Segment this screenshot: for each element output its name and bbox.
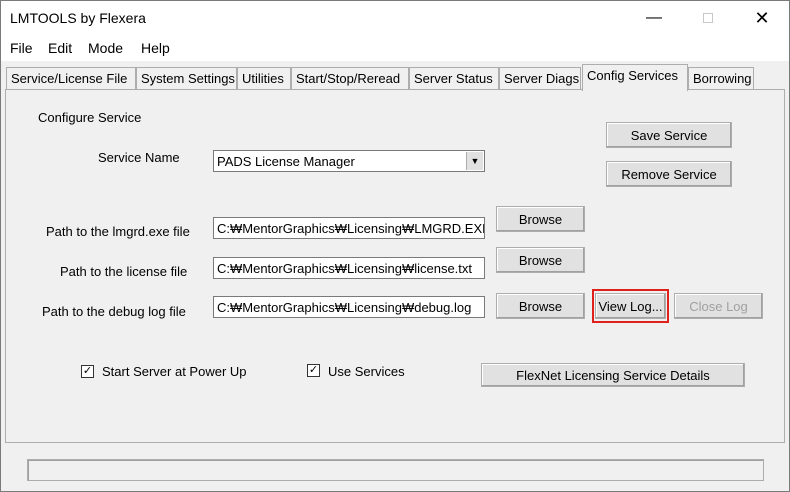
maximize-icon [703, 13, 713, 23]
remove-service-button[interactable]: Remove Service [606, 161, 732, 187]
start-at-powerup-checkbox[interactable]: ✓ [81, 365, 94, 378]
license-path-label: Path to the license file [60, 264, 188, 279]
start-at-powerup-label: Start Server at Power Up [102, 364, 247, 379]
configure-service-label: Configure Service [38, 110, 142, 125]
tab-config-services[interactable]: Config Services [582, 64, 688, 91]
lmgrd-path-label: Path to the lmgrd.exe file [46, 224, 190, 239]
save-service-button[interactable]: Save Service [606, 122, 732, 148]
use-services-label: Use Services [328, 364, 405, 379]
tab-borrowing[interactable]: Borrowing [688, 67, 754, 89]
debug-log-path-label: Path to the debug log file [42, 304, 186, 319]
menu-help[interactable]: Help [141, 40, 170, 56]
tab-server-diags[interactable]: Server Diags [499, 67, 581, 89]
close-button[interactable]: ✕ [739, 1, 785, 35]
browse-lmgrd-button[interactable]: Browse [496, 206, 585, 232]
use-services-checkbox[interactable]: ✓ [307, 364, 320, 377]
service-name-value: PADS License Manager [217, 154, 355, 169]
tab-strip: Service/License File System Settings Uti… [5, 64, 785, 91]
config-services-panel: Configure Service Save Service Remove Se… [5, 89, 785, 443]
service-name-label: Service Name [98, 150, 180, 165]
view-log-highlight [592, 289, 669, 323]
menu-bar: File Edit Mode Help [1, 35, 789, 61]
service-name-combobox[interactable]: PADS License Manager ▼ [213, 150, 485, 172]
flexnet-details-button[interactable]: FlexNet Licensing Service Details [481, 363, 745, 387]
window-title: LMTOOLS by Flexera [10, 10, 146, 26]
close-icon: ✕ [754, 7, 770, 28]
tab-utilities[interactable]: Utilities [237, 67, 291, 89]
dropdown-arrow-icon[interactable]: ▼ [466, 152, 483, 170]
close-log-button: Close Log [674, 293, 763, 319]
tab-system-settings[interactable]: System Settings [136, 67, 237, 89]
menu-mode[interactable]: Mode [88, 40, 123, 56]
browse-license-button[interactable]: Browse [496, 247, 585, 273]
maximize-button [685, 1, 731, 35]
lmgrd-path-input[interactable]: C:₩MentorGraphics₩Licensing₩LMGRD.EXE [213, 217, 485, 239]
tab-server-status[interactable]: Server Status [409, 67, 499, 89]
minimize-icon: — [646, 9, 662, 26]
minimize-button[interactable]: — [631, 1, 677, 35]
tab-start-stop-reread[interactable]: Start/Stop/Reread [291, 67, 409, 89]
title-bar: LMTOOLS by Flexera — ✕ [1, 1, 789, 35]
license-path-input[interactable]: C:₩MentorGraphics₩Licensing₩license.txt [213, 257, 485, 279]
lmtools-window: LMTOOLS by Flexera — ✕ File Edit Mode He… [0, 0, 790, 492]
debug-log-path-input[interactable]: C:₩MentorGraphics₩Licensing₩debug.log [213, 296, 485, 318]
status-bar [27, 459, 764, 481]
menu-edit[interactable]: Edit [48, 40, 72, 56]
browse-debug-log-button[interactable]: Browse [496, 293, 585, 319]
tab-service-license-file[interactable]: Service/License File [6, 67, 136, 89]
menu-file[interactable]: File [10, 40, 33, 56]
